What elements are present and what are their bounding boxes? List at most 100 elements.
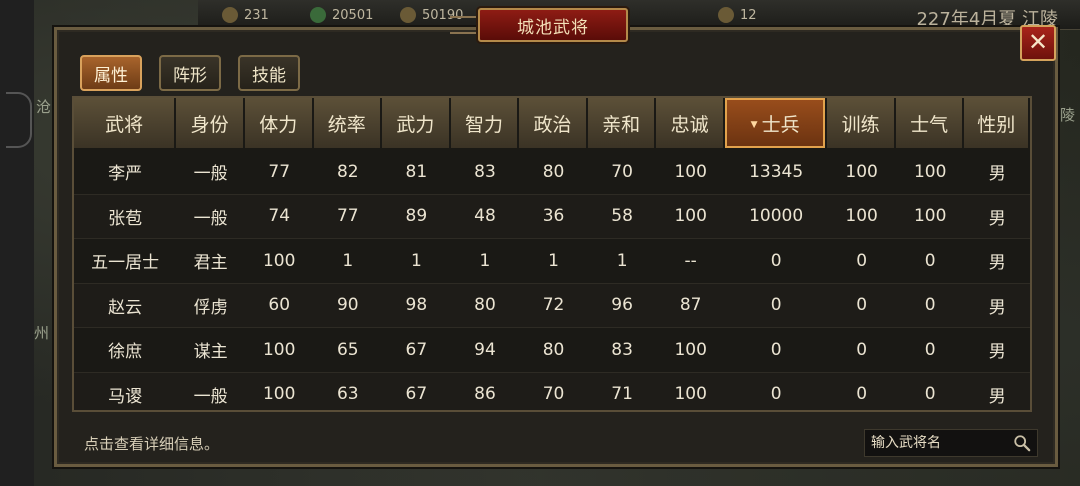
- table-cell: 徐庶: [74, 328, 177, 373]
- column-header[interactable]: 智力: [450, 98, 520, 150]
- table-cell: 100: [656, 150, 725, 195]
- table-cell: 0: [827, 328, 896, 373]
- tab-attributes[interactable]: 属性: [80, 55, 142, 91]
- generals-table-container[interactable]: 武将 身份 体力 统率 武力 智力 政治 亲和 忠诚 ▼ 士兵 训练 士气 性别 李严 一般 77 82 81 83…: [72, 96, 1032, 412]
- table-cell: 君主: [176, 239, 245, 284]
- table-cell: 0: [724, 239, 828, 284]
- search-box[interactable]: [864, 429, 1038, 457]
- table-cell: 71: [587, 372, 657, 410]
- close-button[interactable]: ✕: [1020, 25, 1056, 61]
- hint-text: 点击查看详细信息。: [84, 435, 220, 453]
- table-cell: 五一居士: [74, 239, 177, 284]
- table-cell: 1: [450, 239, 520, 284]
- table-body: 李严 一般 77 82 81 83 80 70 100 13345 100 100 男张苞 一般 74 77 8…: [74, 150, 1030, 410]
- column-header[interactable]: 身份: [176, 98, 245, 150]
- table-cell: 一般: [176, 194, 245, 239]
- column-header[interactable]: 体力: [244, 98, 314, 150]
- column-header[interactable]: 统率: [313, 98, 383, 150]
- table-cell: 1: [519, 239, 588, 284]
- table-cell: 94: [450, 328, 520, 373]
- table-cell: 100: [656, 328, 725, 373]
- table-cell: 67: [382, 328, 451, 373]
- tab-formation[interactable]: 阵形: [159, 55, 221, 91]
- column-header[interactable]: 武将: [74, 98, 177, 150]
- table-cell: 0: [895, 283, 965, 328]
- table-cell: 82: [313, 150, 383, 195]
- table-cell: 男: [964, 328, 1030, 373]
- table-cell: 100: [244, 372, 314, 410]
- table-cell: 63: [313, 372, 383, 410]
- table-cell: 男: [964, 283, 1030, 328]
- table-cell: 10000: [724, 194, 828, 239]
- gold-icon: [400, 7, 416, 23]
- table-cell: 马谡: [74, 372, 177, 410]
- column-header[interactable]: 士气: [895, 98, 965, 150]
- table-cell: 89: [382, 194, 451, 239]
- table-cell: 74: [244, 194, 314, 239]
- table-cell: 0: [827, 239, 896, 284]
- table-cell: 86: [450, 372, 520, 410]
- table-cell: 100: [827, 150, 896, 195]
- table-cell: 0: [895, 239, 965, 284]
- table-cell: 100: [656, 194, 725, 239]
- map-label: 州: [34, 324, 50, 342]
- table-cell: 男: [964, 194, 1030, 239]
- table-cell: 13345: [724, 150, 828, 195]
- table-cell: 0: [895, 328, 965, 373]
- map-label: 沧: [36, 98, 52, 116]
- table-cell: 90: [313, 283, 383, 328]
- table-cell: 李严: [74, 150, 177, 195]
- table-cell: 60: [244, 283, 314, 328]
- table-cell: 0: [895, 372, 965, 410]
- table-row[interactable]: 赵云 俘虏 60 90 98 80 72 96 87 0 0 0 男: [74, 283, 1030, 328]
- table-cell: 谋主: [176, 328, 245, 373]
- column-header[interactable]: 性别: [964, 98, 1030, 150]
- table-cell: 72: [519, 283, 588, 328]
- table-row[interactable]: 李严 一般 77 82 81 83 80 70 100 13345 100 100 男: [74, 150, 1030, 195]
- table-row[interactable]: 马谡 一般 100 63 67 86 70 71 100 0 0 0 男: [74, 372, 1030, 410]
- sort-desc-icon: ▼: [750, 120, 758, 130]
- table-row[interactable]: 徐庶 谋主 100 65 67 94 80 83 100 0 0 0 男: [74, 328, 1030, 373]
- table-cell: 67: [382, 372, 451, 410]
- table-row[interactable]: 五一居士 君主 100 1 1 1 1 1 -- 0 0 0 男: [74, 239, 1030, 284]
- resource-bar: 231 20501 50190 12 227年4月夏 江陵: [198, 0, 1080, 30]
- table-cell: 男: [964, 239, 1030, 284]
- table-header-row: 武将 身份 体力 统率 武力 智力 政治 亲和 忠诚 ▼ 士兵 训练 士气 性别: [74, 98, 1030, 150]
- table-cell: 100: [656, 372, 725, 410]
- troop-icon: [718, 7, 734, 23]
- left-edge-strip: [0, 0, 34, 486]
- table-cell: 48: [450, 194, 520, 239]
- search-icon[interactable]: [1013, 434, 1031, 452]
- table-cell: 1: [313, 239, 383, 284]
- table-cell: 65: [313, 328, 383, 373]
- table-cell: 0: [827, 372, 896, 410]
- table-cell: 1: [587, 239, 657, 284]
- resource-food: 231: [222, 7, 269, 23]
- table-cell: 0: [724, 283, 828, 328]
- column-header[interactable]: 忠诚: [656, 98, 725, 150]
- table-cell: --: [656, 239, 725, 284]
- table-cell: 100: [895, 194, 965, 239]
- column-header[interactable]: 武力: [382, 98, 451, 150]
- generals-table: 武将 身份 体力 统率 武力 智力 政治 亲和 忠诚 ▼ 士兵 训练 士气 性别 李严 一般 77 82 81 83…: [74, 98, 1030, 410]
- table-cell: 赵云: [74, 283, 177, 328]
- table-cell: 83: [587, 328, 657, 373]
- tab-bar: 属性 阵形 技能: [80, 55, 300, 91]
- table-cell: 77: [313, 194, 383, 239]
- table-cell: 100: [244, 239, 314, 284]
- table-cell: 0: [827, 283, 896, 328]
- column-header[interactable]: 政治: [519, 98, 588, 150]
- table-cell: 80: [519, 150, 588, 195]
- column-header[interactable]: 训练: [827, 98, 896, 150]
- table-cell: 87: [656, 283, 725, 328]
- search-input[interactable]: [871, 435, 1011, 451]
- tab-skills[interactable]: 技能: [238, 55, 300, 91]
- column-header[interactable]: 亲和: [587, 98, 657, 150]
- column-header[interactable]: ▼ 士兵: [724, 98, 828, 150]
- table-cell: 男: [964, 372, 1030, 410]
- side-pull-tab[interactable]: [6, 92, 32, 148]
- table-row[interactable]: 张苞 一般 74 77 89 48 36 58 100 10000 100 100 男: [74, 194, 1030, 239]
- table-cell: 83: [450, 150, 520, 195]
- resource-troop: 12: [718, 7, 757, 23]
- table-cell: 一般: [176, 150, 245, 195]
